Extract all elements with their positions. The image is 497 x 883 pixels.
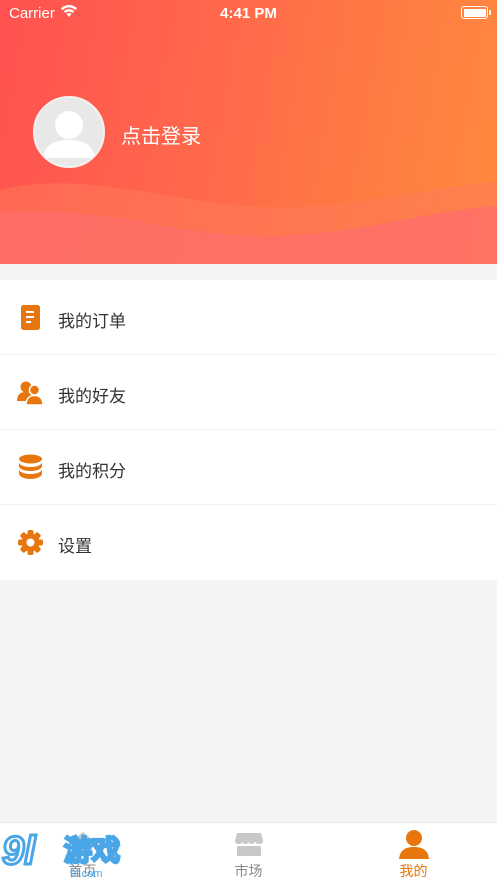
- tab-market[interactable]: 市场: [166, 823, 331, 883]
- user-icon: [399, 830, 429, 859]
- menu-item-points[interactable]: 我的积分: [0, 430, 497, 505]
- menu-item-label: 我的好友: [58, 387, 126, 406]
- clock: 4:41 PM: [220, 5, 277, 22]
- watermark-logo: 9l 游戏 9l.com: [0, 826, 140, 883]
- watermark-text: 游戏: [64, 834, 120, 867]
- store-icon: [235, 833, 263, 856]
- menu-item-settings[interactable]: 设置: [0, 505, 497, 580]
- order-icon: [21, 305, 40, 330]
- coins-icon: [19, 454, 42, 479]
- menu-item-label: 我的订单: [58, 312, 126, 331]
- menu-item-label: 我的积分: [58, 462, 126, 481]
- menu-item-friends[interactable]: 我的好友: [0, 355, 497, 430]
- default-avatar-icon: [43, 111, 95, 158]
- watermark-number: 9l: [2, 829, 36, 873]
- battery-icon: [461, 6, 488, 19]
- watermark-domain: 9l.com: [70, 868, 102, 880]
- tab-mine[interactable]: 我的: [331, 823, 496, 883]
- login-link[interactable]: 点击登录: [121, 120, 201, 149]
- avatar[interactable]: [33, 96, 105, 168]
- tab-label: 市场: [234, 863, 263, 879]
- profile-menu: 我的订单 我的好友 我的积分 设置: [0, 280, 497, 580]
- friends-icon: [17, 381, 44, 406]
- tab-label: 我的: [399, 863, 428, 879]
- settings-icon: [18, 530, 43, 555]
- menu-item-orders[interactable]: 我的订单: [0, 280, 497, 355]
- watermark-logo-image: 9l 游戏 9l.com: [1, 828, 122, 881]
- status-bar: Carrier 4:41 PM: [0, 0, 497, 26]
- menu-item-label: 设置: [58, 537, 92, 556]
- header-wave-decoration: [0, 182, 497, 264]
- profile-header: Carrier 4:41 PM 点击登录: [0, 0, 497, 264]
- battery-tip: [489, 10, 491, 15]
